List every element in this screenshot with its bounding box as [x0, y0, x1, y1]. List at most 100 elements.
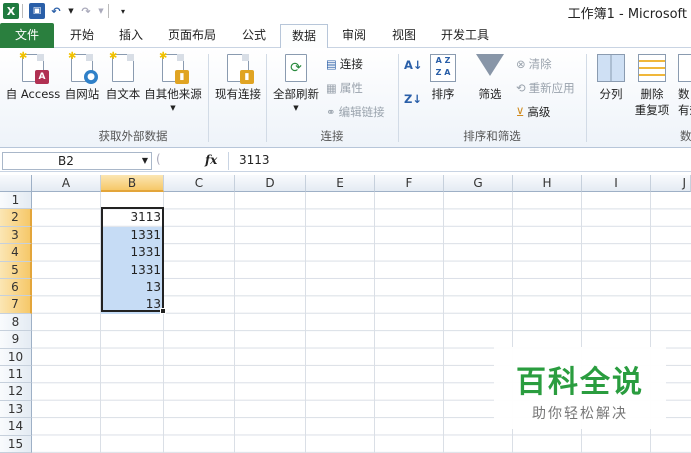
- redo-dropdown-icon[interactable]: ▼: [97, 3, 105, 19]
- name-box[interactable]: B2 ▼: [2, 152, 152, 170]
- cell-b7[interactable]: 13: [101, 296, 163, 314]
- window-title: 工作簿1 - Microsoft: [567, 7, 687, 22]
- tab-insert[interactable]: 插入: [108, 24, 154, 48]
- formula-bar-grip-icon: (: [156, 152, 161, 166]
- existing-connections-icon: ▮: [227, 54, 254, 84]
- connections-button[interactable]: ▤ 连接: [326, 56, 363, 72]
- sort-ascending-icon: A↓: [404, 58, 423, 72]
- chevron-down-icon: ▼: [170, 104, 176, 112]
- tab-home[interactable]: 开始: [58, 24, 106, 48]
- clear-filter-button[interactable]: ⊗ 清除: [516, 56, 552, 72]
- chevron-down-icon[interactable]: ▼: [142, 153, 148, 169]
- data-validation-label-2: 有效: [678, 103, 691, 117]
- column-header-h[interactable]: H: [513, 175, 582, 192]
- cell-b4[interactable]: 1331: [101, 244, 163, 262]
- cell-b6[interactable]: 13: [101, 279, 163, 297]
- sort-ascending-button[interactable]: A↓: [404, 58, 423, 72]
- save-icon[interactable]: ▣: [29, 3, 45, 19]
- column-header-f[interactable]: F: [375, 175, 444, 192]
- web-icon: ✱ ●: [68, 51, 98, 84]
- row-header[interactable]: 14: [0, 418, 32, 436]
- properties-label: 属性: [339, 81, 363, 95]
- row-header[interactable]: 15: [0, 435, 32, 453]
- column-header-e[interactable]: E: [306, 175, 375, 192]
- refresh-icon: ⟳: [285, 54, 307, 82]
- column-header-g[interactable]: G: [444, 175, 513, 192]
- sort-button[interactable]: A Z Z A 排序: [426, 54, 460, 102]
- cell-b5[interactable]: 1331: [101, 261, 163, 279]
- row-header[interactable]: 3: [0, 226, 32, 245]
- column-header-a[interactable]: A: [32, 175, 101, 192]
- column-header-c[interactable]: C: [164, 175, 235, 192]
- edit-links-button[interactable]: ⚭ 编辑链接: [326, 104, 385, 120]
- cell-b3[interactable]: 1331: [101, 226, 163, 245]
- reapply-button[interactable]: ⟲ 重新应用: [516, 80, 575, 96]
- row-header[interactable]: 4: [0, 244, 32, 262]
- tab-view[interactable]: 视图: [382, 24, 426, 48]
- row-header[interactable]: 5: [0, 261, 32, 279]
- row-header[interactable]: 2: [0, 209, 32, 227]
- text-to-columns-button[interactable]: 分列: [592, 54, 630, 102]
- tab-formulas[interactable]: 公式: [232, 24, 276, 48]
- gridline: [163, 192, 164, 453]
- excel-logo-icon[interactable]: X: [3, 3, 19, 19]
- row-header[interactable]: 8: [0, 313, 32, 332]
- formula-input[interactable]: 3113: [228, 152, 691, 170]
- remove-duplicates-label: 删除: [640, 87, 664, 101]
- column-header-b[interactable]: B: [101, 175, 164, 192]
- row-header[interactable]: 1: [0, 192, 32, 210]
- row-header[interactable]: 6: [0, 279, 32, 297]
- cell-b2[interactable]: 3113: [101, 209, 163, 226]
- remove-duplicates-button[interactable]: 删除 重复项: [632, 54, 672, 118]
- row-header[interactable]: 12: [0, 383, 32, 401]
- row-header[interactable]: 9: [0, 331, 32, 349]
- advanced-filter-button[interactable]: ⊻ 高级: [516, 104, 550, 120]
- divider: [586, 54, 587, 142]
- from-text-button[interactable]: ✱ 自文本: [103, 51, 143, 102]
- refresh-all-label: 全部刷新: [273, 87, 319, 101]
- tab-data[interactable]: 数据: [280, 24, 328, 49]
- sort-za-text: Z A: [435, 68, 451, 77]
- connections-label: 连接: [339, 57, 363, 71]
- select-all-corner[interactable]: [0, 175, 32, 192]
- column-header-i[interactable]: I: [582, 175, 651, 192]
- existing-connections-button[interactable]: ▮ 现有连接: [212, 54, 264, 102]
- text-to-columns-label: 分列: [599, 87, 623, 101]
- group-label-data-tools: 数: [680, 129, 691, 143]
- gridline: [443, 192, 444, 453]
- filter-button[interactable]: 筛选: [470, 54, 510, 102]
- from-other-sources-button[interactable]: ✱ ▮ 自其他来源 ▼: [143, 51, 203, 112]
- row-header[interactable]: 10: [0, 348, 32, 366]
- column-header-d[interactable]: D: [235, 175, 306, 192]
- data-validation-button[interactable]: 数 有效: [678, 54, 691, 118]
- undo-icon[interactable]: ↶: [48, 3, 64, 19]
- column-header-j[interactable]: J: [651, 175, 691, 192]
- gridline: [374, 192, 375, 453]
- properties-button[interactable]: ▦ 属性: [326, 80, 363, 96]
- customize-qat-icon[interactable]: ▾: [115, 3, 131, 19]
- sort-descending-button[interactable]: Z↓: [404, 92, 422, 106]
- name-box-value: B2: [58, 154, 74, 168]
- row-header[interactable]: 13: [0, 400, 32, 419]
- tab-file[interactable]: 文件: [0, 23, 54, 48]
- gridline: [234, 192, 235, 453]
- data-validation-label: 数: [678, 87, 690, 101]
- tab-review[interactable]: 审阅: [332, 24, 376, 48]
- redo-icon[interactable]: ↷: [78, 3, 94, 19]
- reapply-icon: ⟲: [516, 81, 526, 95]
- tab-page-layout[interactable]: 页面布局: [158, 24, 226, 48]
- watermark-subtitle: 助你轻松解决: [532, 406, 628, 422]
- properties-icon: ▦: [326, 81, 337, 95]
- group-label-sort-filter: 排序和筛选: [463, 129, 521, 143]
- refresh-all-button[interactable]: ⟳ 全部刷新 ▼: [270, 54, 322, 112]
- text-file-icon: ✱: [109, 51, 134, 82]
- tab-developer[interactable]: 开发工具: [434, 24, 496, 48]
- fill-handle[interactable]: [160, 308, 166, 314]
- fx-icon[interactable]: fx: [205, 153, 217, 167]
- row-header[interactable]: 7: [0, 296, 32, 314]
- row-header[interactable]: 11: [0, 366, 32, 384]
- from-access-button[interactable]: ✱ A 自 Access: [5, 51, 61, 102]
- undo-dropdown-icon[interactable]: ▼: [67, 3, 75, 19]
- filter-icon: [476, 54, 504, 76]
- from-web-button[interactable]: ✱ ● 自网站: [62, 51, 102, 102]
